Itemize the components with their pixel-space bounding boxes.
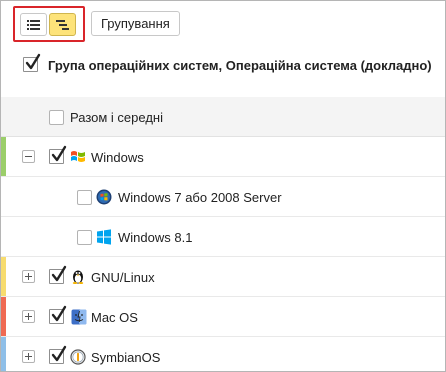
- tree-row-mac-os: Mac OS: [1, 297, 445, 337]
- collapse-toggle[interactable]: [22, 150, 35, 163]
- row-checkbox[interactable]: [77, 230, 92, 245]
- row-label: GNU/Linux: [91, 270, 155, 285]
- report-panel: Групування Група операційних систем, Опе…: [0, 0, 446, 372]
- row-checkbox[interactable]: [49, 265, 67, 284]
- apple-finder-icon: [71, 309, 87, 325]
- tree-row-windows-7: Windows 7 або 2008 Server: [1, 177, 445, 217]
- row-checkbox[interactable]: [49, 145, 67, 164]
- tree-row-windows-8-1: Windows 8.1: [1, 217, 445, 257]
- series-color-stripe: [1, 297, 6, 336]
- summary-row: Разом і середні: [1, 97, 445, 137]
- tree-view-button[interactable]: [49, 13, 76, 36]
- row-checkbox[interactable]: [49, 305, 67, 324]
- row-checkbox[interactable]: [49, 345, 67, 364]
- checkmark-icon: [51, 265, 67, 282]
- tree-row-gnu-linux: GNU/Linux: [1, 257, 445, 297]
- series-color-stripe: [1, 137, 6, 176]
- tree-icon: [56, 20, 69, 30]
- toolbar: Групування: [1, 1, 445, 47]
- tux-penguin-icon: [72, 270, 84, 284]
- list-view-button[interactable]: [20, 13, 47, 36]
- grouping-header: Група операційних систем, Операційна сис…: [1, 47, 445, 97]
- os-tree: Разом і середні Windows Windows 7 або 20…: [1, 97, 445, 371]
- row-label: SymbianOS: [91, 350, 161, 365]
- expand-toggle[interactable]: [22, 350, 35, 363]
- row-label: Windows: [91, 150, 144, 165]
- row-label: Mac OS: [91, 310, 138, 325]
- tree-row-symbianos: SymbianOS: [1, 337, 445, 371]
- series-color-stripe: [1, 337, 6, 371]
- expand-toggle[interactable]: [22, 310, 35, 323]
- view-mode-switcher: [13, 6, 85, 42]
- checkmark-icon: [51, 345, 67, 362]
- summary-checkbox[interactable]: [49, 110, 64, 125]
- windows-xp-logo-icon: [71, 151, 85, 162]
- row-checkbox[interactable]: [77, 190, 92, 205]
- windows-7-logo-icon: [96, 189, 112, 205]
- tree-row-windows: Windows: [1, 137, 445, 177]
- checkmark-icon: [25, 53, 41, 70]
- row-label: Windows 7 або 2008 Server: [118, 190, 282, 205]
- grouping-button[interactable]: Групування: [91, 11, 180, 36]
- header-checkbox[interactable]: [23, 53, 41, 72]
- windows-8-logo-icon: [97, 229, 111, 245]
- symbian-logo-icon: [70, 349, 86, 365]
- list-icon: [27, 20, 40, 30]
- summary-label: Разом і середні: [70, 110, 163, 125]
- checkmark-icon: [51, 305, 67, 322]
- expand-toggle[interactable]: [22, 270, 35, 283]
- row-label: Windows 8.1: [118, 230, 193, 245]
- series-color-stripe: [1, 257, 6, 296]
- checkmark-icon: [51, 145, 67, 162]
- grouping-title: Група операційних систем, Операційна сис…: [48, 58, 432, 73]
